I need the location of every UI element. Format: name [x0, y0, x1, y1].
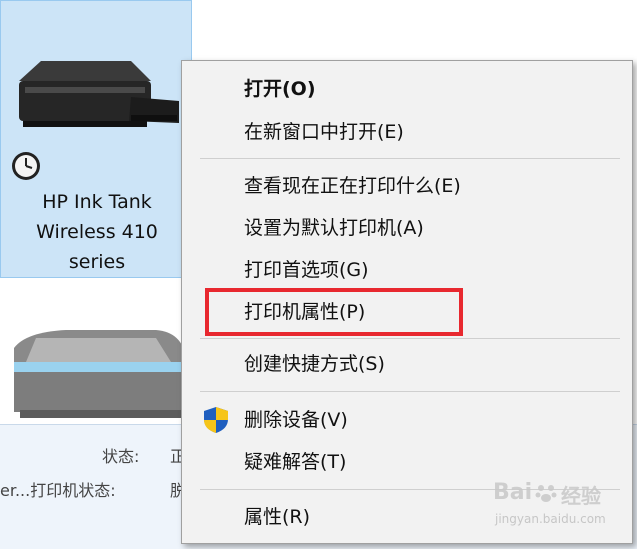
menu-item-open-new-window[interactable]: 在新窗口中打开(E)	[244, 119, 404, 145]
clock-status-icon	[12, 152, 40, 180]
menu-separator	[200, 338, 620, 339]
printer-name-line-3: series	[68, 251, 126, 273]
watermark-brand: Bai	[493, 480, 533, 505]
printer-icon-secondary[interactable]	[6, 318, 206, 426]
menu-separator	[200, 391, 620, 392]
printer-status-label: er...打印机状态:	[0, 481, 116, 500]
paw-icon	[535, 485, 557, 502]
menu-item-printing-preferences[interactable]: 打印首选项(G)	[244, 257, 369, 283]
printer-name-label: HP Ink Tank Wireless 410 series	[1, 187, 193, 277]
printer-tile-hp-ink-tank[interactable]: HP Ink Tank Wireless 410 series	[0, 0, 192, 278]
annotation-highlight-box	[205, 288, 463, 336]
watermark-url: jingyan.baidu.com	[495, 512, 606, 526]
printer-name-line-2: Wireless 410	[36, 221, 158, 243]
menu-item-see-whats-printing[interactable]: 查看现在正在打印什么(E)	[244, 173, 461, 199]
printer-name-line-1: HP Ink Tank	[42, 191, 152, 213]
menu-item-remove-device[interactable]: 删除设备(V)	[244, 407, 348, 433]
menu-separator	[200, 158, 620, 159]
menu-item-open[interactable]: 打开(O)	[244, 76, 316, 102]
printer-icon	[19, 61, 179, 127]
watermark-brand-suffix: 经验	[561, 484, 601, 508]
menu-item-properties[interactable]: 属性(R)	[244, 504, 310, 530]
menu-item-set-default-printer[interactable]: 设置为默认打印机(A)	[244, 215, 424, 241]
menu-item-troubleshoot[interactable]: 疑难解答(T)	[244, 449, 346, 475]
uac-shield-icon	[204, 407, 228, 433]
menu-item-create-shortcut[interactable]: 创建快捷方式(S)	[244, 351, 385, 377]
status-label: 状态:	[102, 447, 140, 466]
baidu-jingyan-watermark: Bai 经验 jingyan.baidu.com	[489, 478, 629, 538]
